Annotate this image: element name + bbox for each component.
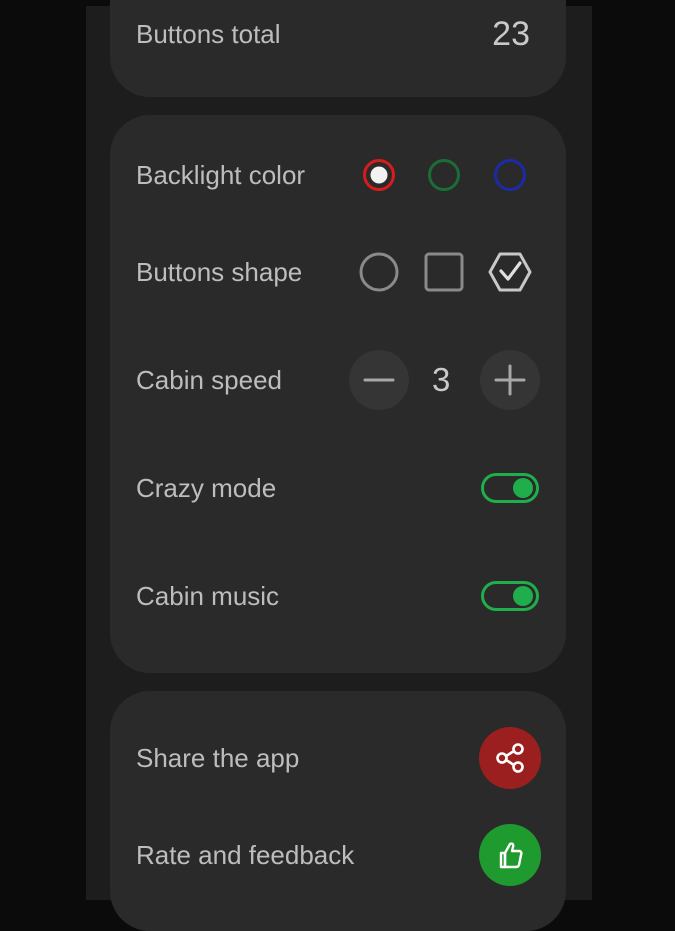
rate-feedback-label: Rate and feedback: [136, 840, 355, 870]
backlight-color-label: Backlight color: [136, 160, 306, 190]
share-app-label: Share the app: [136, 743, 300, 773]
crazy-mode-label: Crazy mode: [136, 473, 277, 503]
plus-icon: [494, 364, 526, 396]
buttons-total-value: 23: [492, 15, 530, 53]
selected-dot: [370, 166, 388, 184]
backlight-red-option[interactable]: [363, 159, 395, 191]
share-icon: [496, 743, 524, 773]
backlight-green-option[interactable]: [428, 159, 460, 191]
cabin-speed-label: Cabin speed: [136, 365, 282, 395]
cabin-music-label: Cabin music: [136, 581, 280, 611]
speed-increase-button[interactable]: [480, 350, 540, 410]
cabin-music-toggle[interactable]: [481, 581, 539, 611]
shape-circle-option[interactable]: [358, 251, 400, 293]
actions-card: [110, 691, 566, 931]
shape-hexagon-option[interactable]: [487, 251, 533, 293]
speed-decrease-button[interactable]: [349, 350, 409, 410]
crazy-mode-toggle[interactable]: [481, 473, 539, 503]
backlight-blue-option[interactable]: [494, 159, 526, 191]
toggle-knob: [513, 586, 533, 606]
check-icon: [499, 261, 522, 281]
minus-icon: [363, 378, 395, 382]
buttons-total-label: Buttons total: [136, 19, 281, 49]
shape-square-option[interactable]: [423, 251, 465, 293]
buttons-shape-label: Buttons shape: [136, 257, 303, 287]
toggle-knob: [513, 478, 533, 498]
rate-button[interactable]: [479, 824, 541, 886]
thumbs-up-icon: [499, 842, 523, 869]
share-button[interactable]: [479, 727, 541, 789]
speed-value: 3: [432, 361, 451, 398]
